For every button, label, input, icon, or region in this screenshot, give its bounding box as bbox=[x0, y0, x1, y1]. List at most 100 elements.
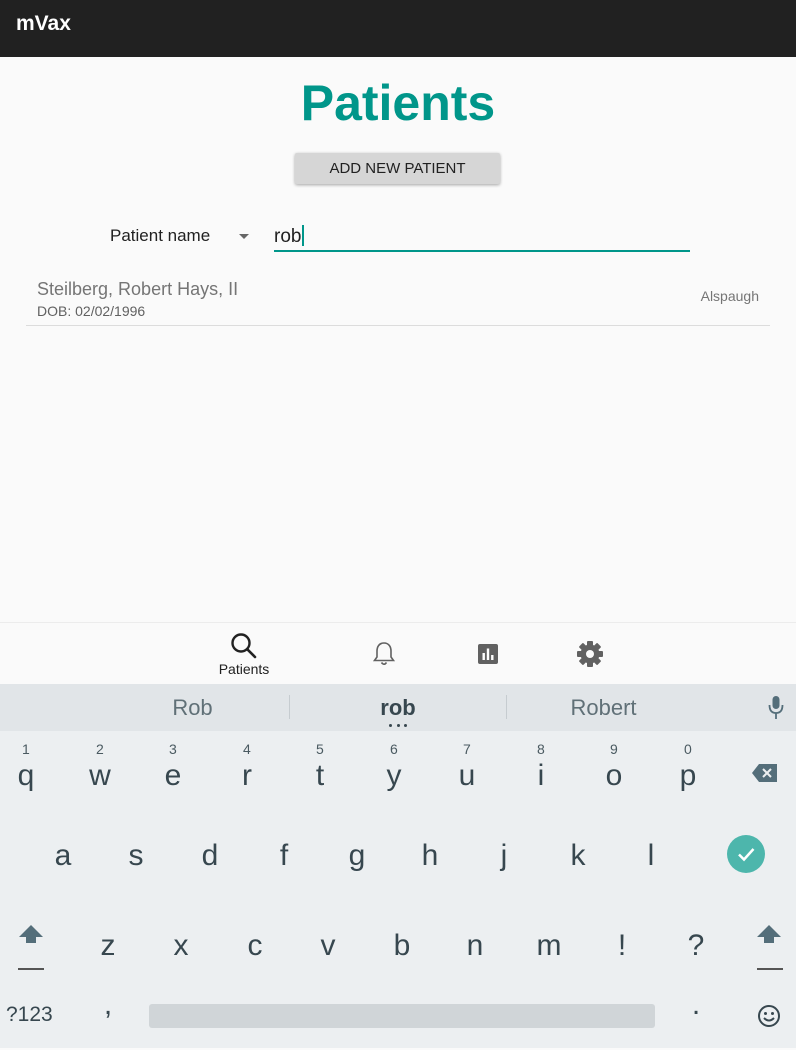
enter-key[interactable] bbox=[727, 835, 765, 873]
key-n[interactable]: n bbox=[445, 901, 505, 971]
key-f[interactable]: f bbox=[254, 821, 314, 891]
key-letter: s bbox=[128, 839, 144, 872]
key-t[interactable]: 5t bbox=[290, 731, 350, 801]
key-d[interactable]: d bbox=[180, 821, 240, 891]
period-key[interactable]: . bbox=[666, 980, 726, 1050]
nav-settings[interactable] bbox=[568, 623, 612, 685]
key-letter: e bbox=[164, 759, 182, 792]
search-query-text: rob bbox=[274, 226, 302, 247]
key-letter: ! bbox=[617, 929, 627, 962]
key-letter: k bbox=[570, 839, 586, 872]
key-u[interactable]: 7u bbox=[437, 731, 497, 801]
key-hint-number: 9 bbox=[610, 741, 618, 757]
patient-dob: DOB: 02/02/1996 bbox=[37, 303, 146, 319]
add-new-patient-button[interactable]: ADD NEW PATIENT bbox=[295, 153, 500, 184]
emoji-icon[interactable] bbox=[757, 1004, 781, 1028]
key-hint-number: 8 bbox=[537, 741, 545, 757]
shift-underline bbox=[18, 968, 44, 970]
checkmark-icon bbox=[738, 848, 755, 862]
nav-reports[interactable] bbox=[466, 623, 510, 685]
patient-result-row[interactable]: Steilberg, Robert Hays, II DOB: 02/02/19… bbox=[26, 270, 770, 326]
key-a[interactable]: a bbox=[33, 821, 93, 891]
symbols-key[interactable]: ?123 bbox=[6, 1003, 53, 1027]
key-o[interactable]: 9o bbox=[584, 731, 644, 801]
key-hint-number: 6 bbox=[390, 741, 398, 757]
key-e[interactable]: 3e bbox=[143, 731, 203, 801]
key-q[interactable]: 1q bbox=[0, 731, 56, 801]
suggestion-item[interactable]: Rob bbox=[95, 684, 290, 731]
key-s[interactable]: s bbox=[106, 821, 166, 891]
key-b[interactable]: b bbox=[372, 901, 432, 971]
patient-name: Steilberg, Robert Hays, II bbox=[37, 279, 239, 299]
key-letter: a bbox=[54, 839, 72, 872]
key-r[interactable]: 4r bbox=[217, 731, 277, 801]
search-type-dropdown[interactable]: Patient name bbox=[110, 226, 255, 248]
shift-icon[interactable] bbox=[17, 923, 45, 945]
patient-provider: Alspaugh bbox=[700, 288, 759, 304]
app-title: mVax bbox=[16, 12, 71, 35]
search-icon bbox=[231, 632, 257, 658]
key-hint-number: 2 bbox=[96, 741, 104, 757]
comma-label: , bbox=[103, 988, 113, 1021]
key-hint-number: 1 bbox=[22, 741, 30, 757]
key-letter: f bbox=[279, 839, 289, 872]
key-i[interactable]: 8i bbox=[511, 731, 571, 801]
key-p[interactable]: 0p bbox=[658, 731, 718, 801]
microphone-icon[interactable] bbox=[767, 695, 785, 721]
key-letter: g bbox=[348, 839, 366, 872]
dropdown-arrow-icon bbox=[239, 234, 249, 239]
key-h[interactable]: h bbox=[400, 821, 460, 891]
key-w[interactable]: 2w bbox=[70, 731, 130, 801]
key-letter: ? bbox=[687, 929, 705, 962]
app-bar: mVax bbox=[0, 0, 796, 57]
shift-underline-right bbox=[757, 968, 783, 970]
key-letter: v bbox=[320, 929, 336, 962]
key-g[interactable]: g bbox=[327, 821, 387, 891]
key-letter: r bbox=[242, 759, 252, 792]
key-question[interactable]: ? bbox=[666, 901, 726, 971]
key-hint-number: 7 bbox=[463, 741, 471, 757]
key-letter: t bbox=[315, 759, 325, 792]
nav-notifications[interactable] bbox=[362, 623, 406, 685]
shift-icon-right[interactable] bbox=[755, 923, 783, 945]
nav-patients[interactable]: Patients bbox=[209, 623, 279, 685]
key-y[interactable]: 6y bbox=[364, 731, 424, 801]
key-letter: y bbox=[386, 759, 402, 792]
key-letter: i bbox=[537, 759, 545, 792]
key-j[interactable]: j bbox=[474, 821, 534, 891]
soft-keyboard: Rob rob Robert 1q2w3e4r5t6y7u8i9o0p asdf… bbox=[0, 684, 796, 1048]
key-v[interactable]: v bbox=[298, 901, 358, 971]
nav-patients-label: Patients bbox=[218, 660, 270, 677]
key-letter: w bbox=[89, 759, 111, 792]
backspace-icon[interactable] bbox=[751, 762, 779, 784]
key-letter: h bbox=[421, 839, 439, 872]
key-letter: n bbox=[466, 929, 484, 962]
key-x[interactable]: x bbox=[151, 901, 211, 971]
period-label: . bbox=[691, 988, 701, 1021]
search-type-label: Patient name bbox=[110, 226, 211, 245]
more-suggestions-indicator bbox=[389, 724, 407, 727]
patient-search-input[interactable]: rob bbox=[274, 222, 690, 252]
key-hint-number: 4 bbox=[243, 741, 251, 757]
key-m[interactable]: m bbox=[519, 901, 579, 971]
key-z[interactable]: z bbox=[78, 901, 138, 971]
key-letter: m bbox=[536, 929, 562, 962]
key-letter: q bbox=[17, 759, 35, 792]
suggestion-item[interactable]: Robert bbox=[507, 684, 700, 731]
key-hint-number: 0 bbox=[684, 741, 692, 757]
key-exclamation[interactable]: ! bbox=[592, 901, 652, 971]
bar-chart-icon bbox=[478, 644, 498, 664]
key-letter: o bbox=[605, 759, 623, 792]
comma-key[interactable]: , bbox=[78, 980, 138, 1050]
bottom-navigation: Patients bbox=[0, 622, 796, 685]
key-letter: z bbox=[100, 929, 116, 962]
key-l[interactable]: l bbox=[621, 821, 681, 891]
gear-icon bbox=[577, 641, 603, 667]
space-key[interactable] bbox=[149, 1004, 655, 1028]
key-letter: u bbox=[458, 759, 476, 792]
key-k[interactable]: k bbox=[548, 821, 608, 891]
key-c[interactable]: c bbox=[225, 901, 285, 971]
key-letter: b bbox=[393, 929, 411, 962]
key-letter: c bbox=[247, 929, 263, 962]
text-cursor bbox=[302, 225, 304, 246]
